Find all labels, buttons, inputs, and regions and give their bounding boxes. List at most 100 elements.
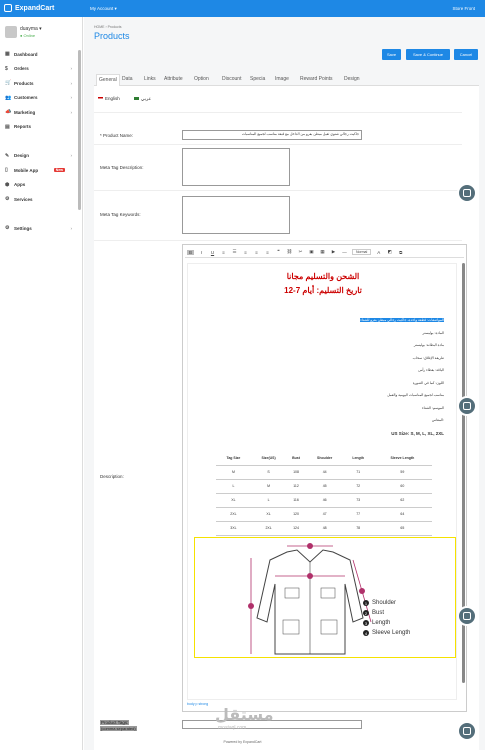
link-icon[interactable]: ⛓: [286, 249, 293, 255]
cancel-button[interactable]: Cancel: [454, 49, 478, 60]
support-chat-button[interactable]: [457, 396, 477, 416]
sidebar-item-customers[interactable]: 👥 Customers ›: [5, 91, 75, 106]
underline-icon[interactable]: U: [209, 250, 216, 255]
sidebar-item-reports[interactable]: ▤ Reports: [5, 120, 75, 135]
product-tags-hint: (comma separated): [100, 726, 137, 731]
chevron-right-icon: ›: [70, 109, 73, 115]
number-list-icon[interactable]: ☰: [231, 249, 238, 255]
sidebar-scrollbar[interactable]: [78, 50, 81, 210]
video-icon[interactable]: ▶: [330, 249, 337, 255]
user-name[interactable]: duayma ▾: [20, 26, 42, 32]
editor-text-line: الياقة: بغطاء رأس: [418, 368, 444, 372]
editor-body[interactable]: الشحن والتسليم مجانا تاريخ التسليم: أيام…: [187, 263, 457, 700]
store-front-link[interactable]: Store Front: [452, 6, 475, 11]
editor-text-line: الموسم: الشتاء: [421, 405, 444, 410]
save-continue-button[interactable]: Save & Continue: [406, 49, 450, 60]
language-tab-english[interactable]: English: [98, 96, 120, 101]
divider: [94, 144, 462, 145]
sidebar-item-label: Customers: [14, 95, 38, 101]
italic-icon[interactable]: I: [198, 250, 205, 255]
tab-specia[interactable]: Specia: [250, 76, 265, 82]
user-panel[interactable]: duayma ▾ ● Online: [5, 26, 42, 38]
bullet-list-icon[interactable]: ≡: [220, 250, 227, 255]
sidebar-item-dashboard[interactable]: ▦ Dashboard: [5, 47, 75, 62]
support-chat-button[interactable]: [457, 183, 477, 203]
table-cell: 124: [286, 521, 306, 536]
footer: Powered by ExpandCart: [223, 740, 262, 744]
meta-keywords-textarea[interactable]: [182, 196, 290, 234]
tab-discount[interactable]: Discount: [222, 76, 241, 82]
tab-links[interactable]: Links: [144, 76, 156, 82]
sidebar: duayma ▾ ● Online ▦ Dashboard $ Orders › 🛒 Pro…: [0, 17, 83, 750]
meta-keywords-label: Meta Tag Keywords:: [100, 212, 141, 217]
brand-logo[interactable]: ExpandCart: [4, 4, 54, 12]
product-name-input[interactable]: جاكيت رجالي شتوي ثقيل مبطن بفرو من الداخ…: [182, 130, 362, 140]
editor-text-line: مناسب لجميع المناسبات اليومية والعمل: [387, 393, 444, 397]
format-select[interactable]: Normal: [352, 249, 372, 255]
breadcrumb-separator: ›: [105, 25, 107, 29]
description-label: Description:: [100, 474, 124, 479]
hr-icon[interactable]: —: [341, 250, 348, 255]
tab-option[interactable]: Option: [194, 76, 209, 82]
dashboard-icon: ▦: [5, 51, 10, 58]
tab-reward-points[interactable]: Reward Points: [300, 76, 333, 82]
size-chart-image[interactable]: 1 Shoulder 2 Bust 3 Length 4 Sleeve Length: [194, 537, 456, 658]
divider: [94, 190, 462, 191]
sidebar-item-design[interactable]: ✎ Design ›: [5, 149, 75, 164]
tab-image[interactable]: Image: [275, 76, 289, 82]
table-row: 2XL XL 120 47 77 64: [216, 507, 432, 522]
table-row: XL L 116 46 73 62: [216, 493, 432, 508]
editor-heading-shipping: الشحن والتسليم مجانا: [286, 272, 360, 281]
tab-design[interactable]: Design: [344, 76, 360, 82]
legend-number-icon: 1: [363, 600, 369, 606]
table-cell: 112: [286, 479, 306, 494]
meta-description-textarea[interactable]: [182, 148, 290, 186]
unlink-icon[interactable]: ✂: [297, 249, 304, 255]
chevron-right-icon: ›: [70, 153, 73, 159]
sidebar-item-marketing[interactable]: 📣 Marketing ›: [5, 105, 75, 120]
cart-icon: 🛒: [5, 80, 12, 87]
size-table-header-cell: Bust: [286, 451, 306, 466]
sidebar-item-services[interactable]: ⚙ Services: [5, 192, 75, 207]
breadcrumb-home[interactable]: HOME: [94, 25, 105, 29]
table-icon[interactable]: ▦: [319, 249, 326, 255]
editor-text-line: اللون: كما في الصورة: [412, 380, 444, 385]
support-chat-button[interactable]: [457, 721, 477, 741]
sidebar-item-orders[interactable]: $ Orders ›: [5, 62, 75, 77]
text-color-icon[interactable]: A: [375, 250, 382, 255]
sidebar-item-products[interactable]: 🛒 Products ›: [5, 76, 75, 91]
align-center-icon[interactable]: ≡: [253, 250, 260, 255]
size-table-header-cell: Size(US): [250, 451, 287, 466]
tab-general[interactable]: General: [96, 74, 120, 86]
chevron-right-icon: ›: [70, 66, 73, 72]
editor-text-line: مادة البطانة: بوليستر: [413, 343, 444, 347]
product-name-label: * Product Name:: [100, 133, 134, 138]
align-right-icon[interactable]: ≡: [264, 250, 271, 255]
table-cell: 44: [305, 465, 344, 480]
code-view-icon[interactable]: ⧉: [397, 250, 404, 255]
tab-attribute[interactable]: Attribute: [164, 76, 183, 82]
table-cell: 77: [343, 507, 373, 522]
account-menu[interactable]: My Account ▾: [90, 6, 117, 12]
bold-icon[interactable]: B: [187, 249, 194, 255]
editor-text-line: المقاس:: [431, 418, 444, 422]
tab-data[interactable]: Data: [122, 76, 133, 82]
language-label-english: English: [105, 96, 120, 101]
services-icon: ⚙: [5, 196, 10, 203]
sidebar-item-mobile-app[interactable]: ▯ Mobile App New: [5, 163, 75, 178]
chat-icon: [463, 612, 471, 620]
language-tab-arabic[interactable]: عربي: [134, 96, 151, 102]
quote-icon[interactable]: ❝: [275, 249, 282, 255]
save-button[interactable]: Save: [382, 49, 401, 60]
align-left-icon[interactable]: ≡: [242, 250, 249, 255]
sidebar-item-settings[interactable]: ⚙ Settings ›: [5, 221, 75, 236]
background-color-icon[interactable]: ◩: [386, 249, 393, 255]
table-cell: 64: [372, 507, 432, 522]
chevron-right-icon: ›: [70, 225, 73, 231]
rich-text-editor[interactable]: B I U ≡ ☰ ≡ ≡ ≡ ❝ ⛓ ✂ ▣ ▦ ▶ — Normal A ◩…: [182, 244, 467, 712]
sidebar-item-apps[interactable]: ⬢ Apps: [5, 178, 75, 193]
table-cell: 120: [286, 507, 306, 522]
sidebar-item-label: Dashboard: [14, 51, 38, 57]
image-icon[interactable]: ▣: [308, 249, 315, 255]
support-chat-button[interactable]: [457, 606, 477, 626]
